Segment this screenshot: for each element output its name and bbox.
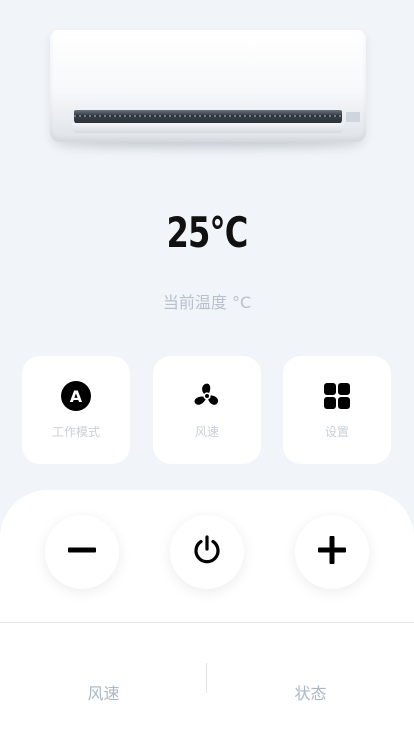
settings-card[interactable]: 设置	[283, 356, 391, 464]
fan-speed-label: 风速	[194, 425, 219, 439]
minus-icon	[66, 534, 98, 570]
work-mode-card[interactable]: A 工作模式	[22, 356, 130, 464]
ac-vent	[74, 110, 342, 124]
ac-display	[346, 112, 360, 122]
tab-fan-speed[interactable]: 风速	[0, 680, 207, 704]
temperature-value: 25°C	[166, 208, 249, 257]
grid-icon	[321, 380, 353, 412]
tab-status[interactable]: 状态	[207, 680, 414, 704]
control-panel: 风速 状态	[0, 490, 414, 732]
ac-flap	[72, 123, 344, 133]
auto-mode-badge: A	[61, 381, 91, 411]
decrease-temperature-button[interactable]	[45, 515, 119, 589]
settings-label: 设置	[324, 425, 349, 439]
ac-highlight	[62, 36, 354, 38]
work-mode-label: 工作模式	[51, 425, 100, 439]
power-icon	[191, 534, 223, 570]
power-button[interactable]	[170, 515, 244, 589]
fan-speed-card[interactable]: 风速	[153, 356, 261, 464]
increase-temperature-button[interactable]	[295, 515, 369, 589]
plus-icon	[316, 534, 348, 570]
auto-mode-icon: A	[60, 380, 92, 412]
temperature-label: 当前温度 °C	[162, 293, 252, 312]
air-conditioner-image	[50, 30, 366, 148]
fan-icon	[191, 380, 223, 412]
panel-divider	[0, 622, 414, 623]
